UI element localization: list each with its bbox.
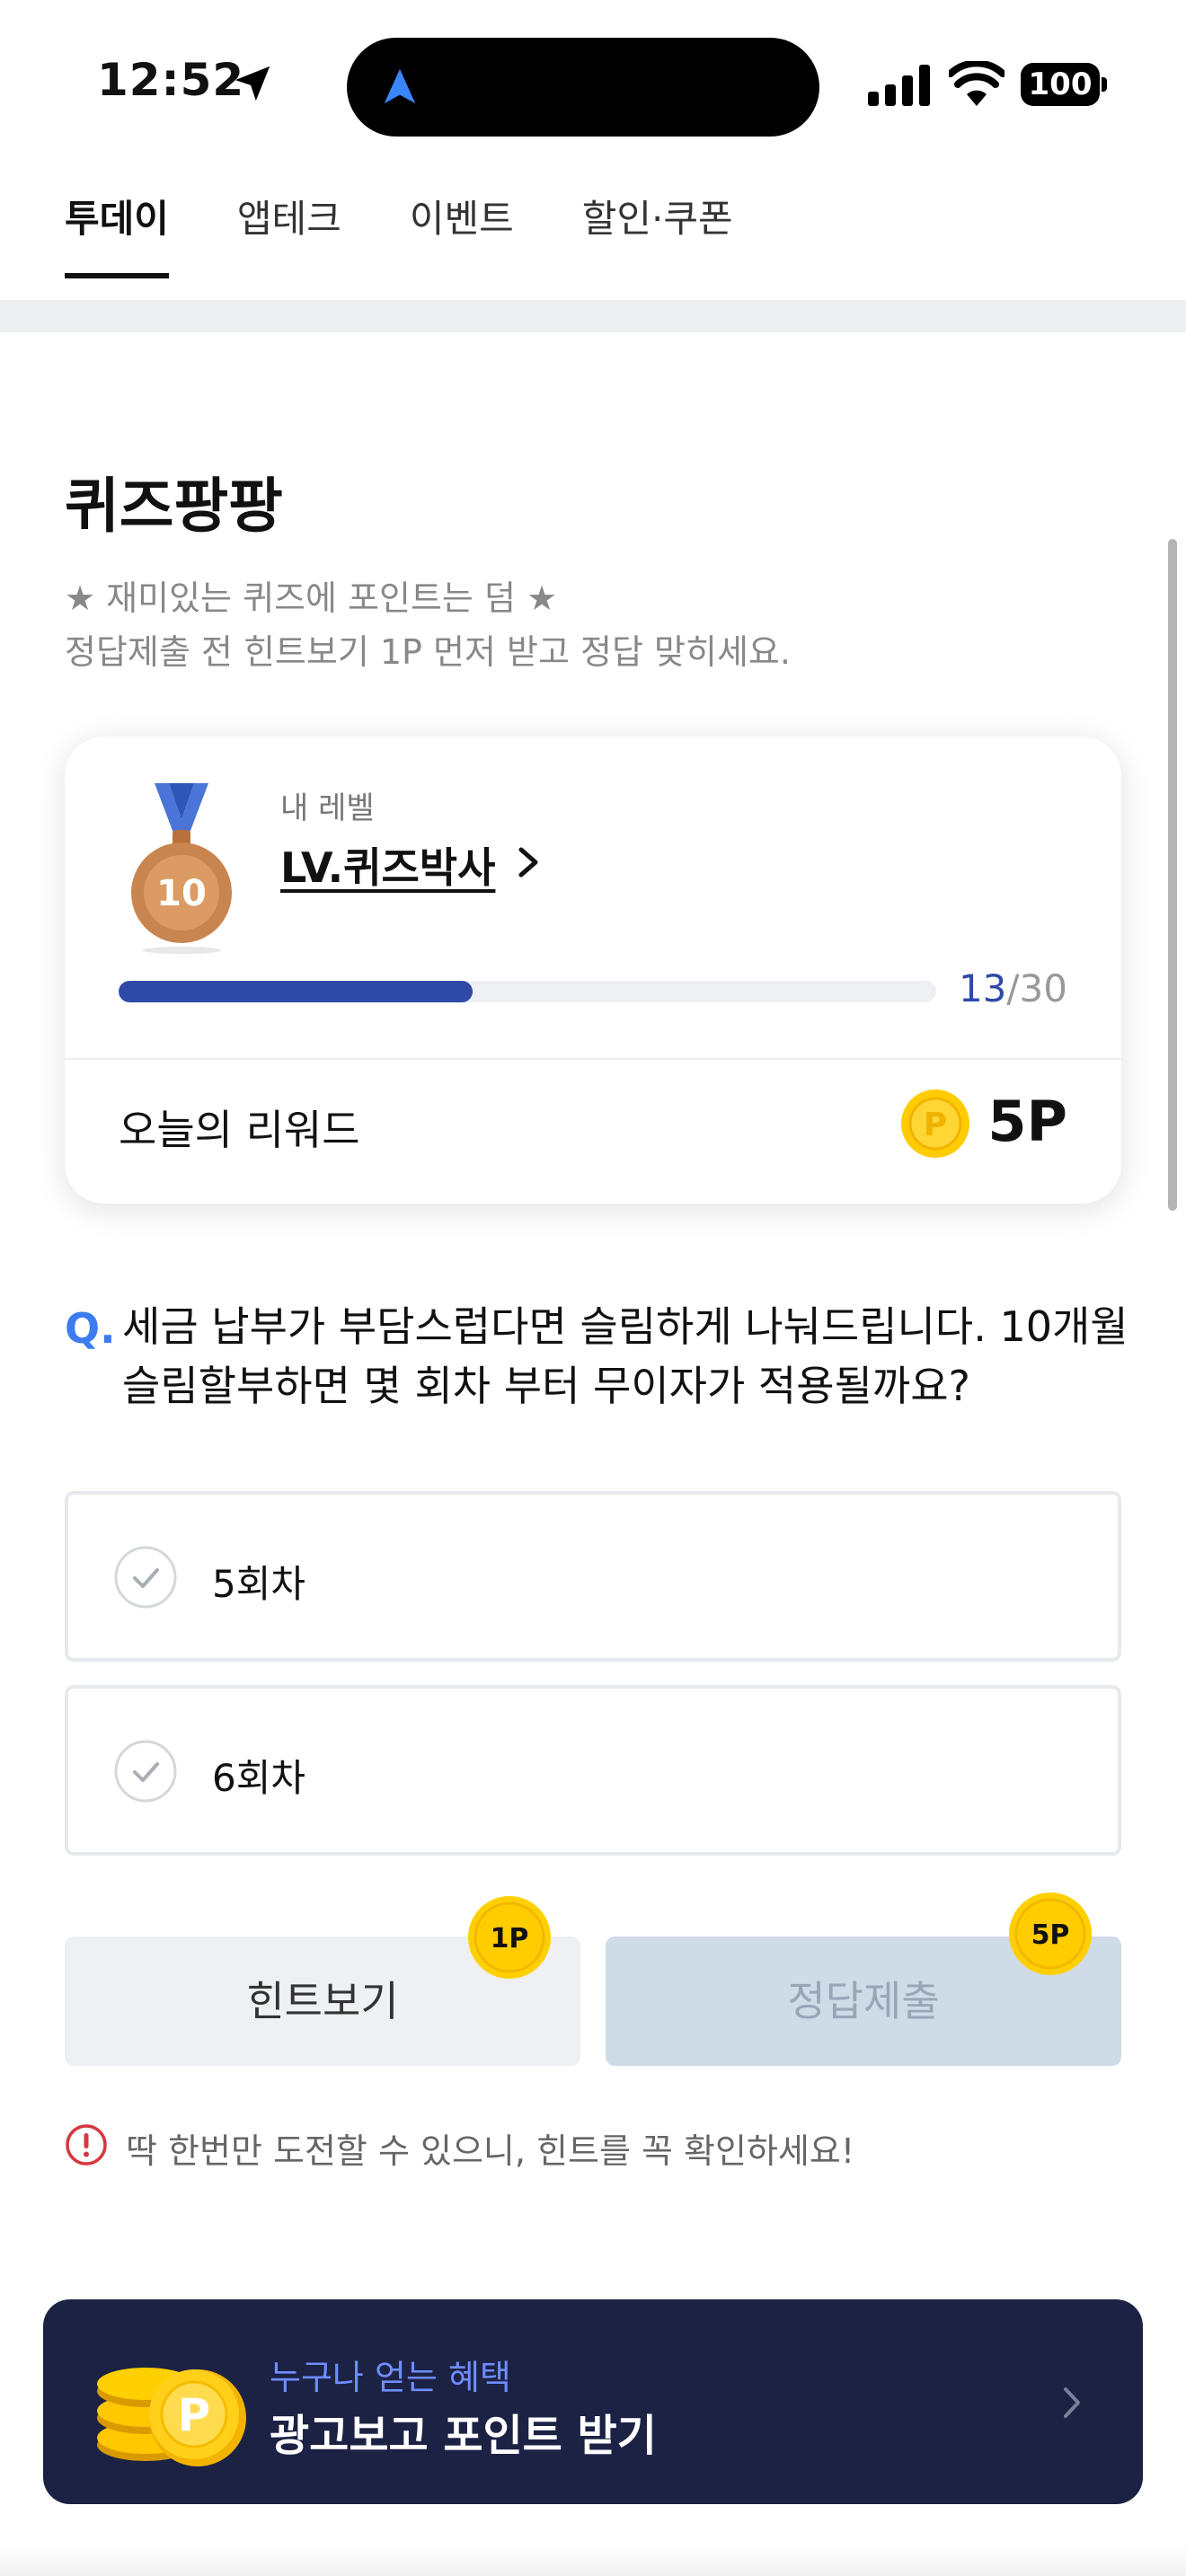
progress-current: 13 <box>958 966 1007 1010</box>
chevron-right-icon <box>1064 2387 1080 2418</box>
status-bar: 12:52 100 <box>0 0 1186 171</box>
check-circle-icon <box>114 1740 177 1803</box>
status-time: 12:52 <box>97 54 245 106</box>
hint-point-badge-icon: 1P <box>468 1896 551 1979</box>
answer-option-1[interactable]: 5회차 <box>65 1491 1121 1662</box>
navigation-arrow-icon <box>384 68 416 104</box>
scrollbar[interactable] <box>1168 539 1177 1211</box>
battery-icon: 100 <box>1021 63 1107 106</box>
top-tab-bar: 투데이 앱테크 이벤트 할인·쿠폰 <box>65 189 801 278</box>
ad-banner-subtitle: 누구나 얻는 혜택 <box>270 2358 511 2397</box>
medal-number: 10 <box>156 873 207 914</box>
wifi-icon <box>949 61 1005 106</box>
level-progress-count: 13/30 <box>959 966 1067 1010</box>
question-text: 세금 납부가 부담스럽다면 슬림하게 나눠드립니다. 10개월 슬림할부하면 몇… <box>122 1302 1128 1410</box>
level-name-link[interactable]: LV.퀴즈박사 <box>280 835 495 895</box>
answer-option-2[interactable]: 6회차 <box>65 1685 1121 1856</box>
quiz-subtitle: ★ 재미있는 퀴즈에 포인트는 덤 ★ 정답제출 전 힌트보기 1P 먼저 받고… <box>65 571 791 679</box>
svg-text:P: P <box>178 2389 211 2441</box>
tab-discount-coupon[interactable]: 할인·쿠폰 <box>582 189 733 278</box>
tab-event[interactable]: 이벤트 <box>410 189 514 278</box>
warning-text: 딱 한번만 도전할 수 있으니, 힌트를 꼭 확인하세요! <box>126 2131 855 2171</box>
cellular-signal-icon <box>868 65 930 106</box>
quiz-subtitle-line2: 정답제출 전 힌트보기 1P 먼저 받고 정답 맞히세요. <box>65 632 791 672</box>
svg-text:1P: 1P <box>491 1923 529 1954</box>
bottom-edge <box>0 2542 1186 2576</box>
level-progress-bar <box>119 981 936 1002</box>
bronze-medal-icon: 10 <box>131 783 232 954</box>
chevron-right-icon[interactable] <box>512 842 544 882</box>
coin-stack-icon: P <box>97 2368 246 2466</box>
tab-today[interactable]: 투데이 <box>65 189 169 278</box>
quiz-subtitle-line1: ★ 재미있는 퀴즈에 포인트는 덤 ★ <box>65 578 558 618</box>
ad-reward-banner[interactable]: P 누구나 얻는 혜택 광고보고 포인트 받기 <box>43 2299 1143 2504</box>
card-divider <box>65 1058 1121 1060</box>
svg-text:5P: 5P <box>1031 1919 1070 1951</box>
location-arrow-icon <box>235 66 270 101</box>
tab-apptech[interactable]: 앱테크 <box>237 189 341 278</box>
check-circle-icon <box>114 1546 177 1609</box>
reward-value: 5P <box>987 1089 1067 1154</box>
level-progress-fill <box>119 981 474 1002</box>
svg-text:P: P <box>924 1107 947 1143</box>
submit-point-badge-icon: 5P <box>1009 1892 1092 1975</box>
question-marker: Q. <box>65 1304 116 1353</box>
ad-banner-title: 광고보고 포인트 받기 <box>270 2411 657 2461</box>
alert-circle-icon <box>66 2124 107 2166</box>
progress-total: /30 <box>1006 966 1067 1010</box>
level-label: 내 레벨 <box>280 790 375 826</box>
reward-label: 오늘의 리워드 <box>119 1106 360 1154</box>
answer-option-label: 5회차 <box>212 1562 306 1606</box>
battery-level: 100 <box>1021 63 1100 106</box>
answer-option-label: 6회차 <box>212 1756 306 1800</box>
quiz-title: 퀴즈팡팡 <box>65 472 283 541</box>
section-divider <box>0 300 1186 332</box>
point-coin-icon: P <box>901 1090 969 1158</box>
level-card: 10 내 레벨 LV.퀴즈박사 13/30 오늘의 리워드 P 5P <box>65 737 1121 1204</box>
